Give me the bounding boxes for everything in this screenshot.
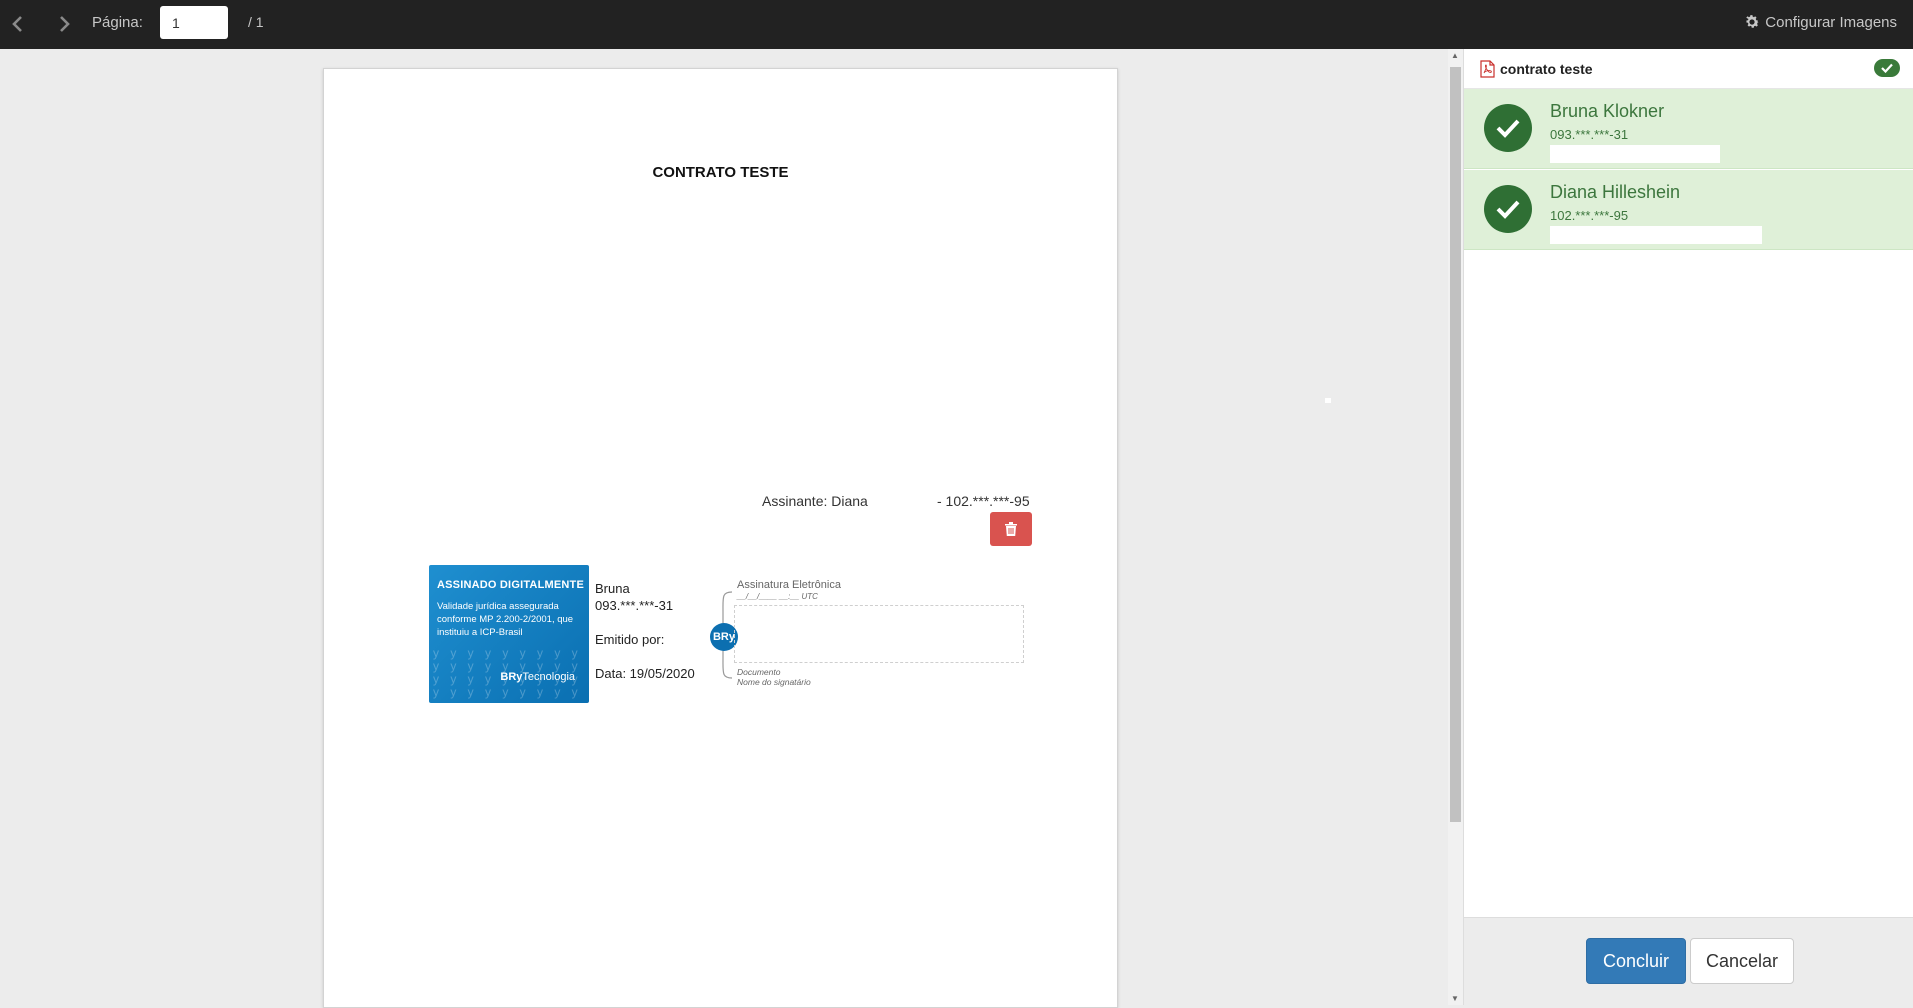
- stamp-brand-logo: BRyTecnologia: [500, 671, 575, 683]
- cursor-marker: [1325, 398, 1331, 403]
- viewer-scrollbar[interactable]: ▲ ▼: [1448, 49, 1463, 1005]
- stamp-title: ASSINADO DIGITALMENTE: [437, 579, 584, 591]
- electronic-signature-box[interactable]: BRy Assinatura Eletrônica __/__/____ __:…: [710, 579, 1044, 689]
- signer-row[interactable]: Diana Hilleshein 102.***.***-95: [1464, 170, 1913, 250]
- signer-name: Bruna Klokner: [1550, 101, 1665, 121]
- stamp-signer-cpf: 093.***.***-31: [595, 598, 674, 613]
- chevron-left-icon: [12, 16, 22, 32]
- document-viewer: CONTRATO TESTE Assinante: Diana - 102.**…: [0, 49, 1463, 1008]
- scroll-thumb[interactable]: [1450, 67, 1461, 822]
- configure-images-label: Configurar Imagens: [1765, 13, 1897, 31]
- signers-panel: contrato teste Bruna Klokner 093.***.***…: [1463, 49, 1913, 1005]
- signer-redacted-field: [1550, 145, 1720, 163]
- scroll-down-icon[interactable]: ▼: [1451, 994, 1459, 1003]
- previous-page-button[interactable]: [6, 12, 30, 36]
- signer-cpf: 102.***.***-95: [1550, 208, 1629, 223]
- document-title: CONTRATO TESTE: [652, 164, 789, 181]
- digital-signature-stamp[interactable]: ASSINADO DIGITALMENTE Validade jurídica …: [429, 565, 589, 703]
- stamp-signer-name: Bruna: [595, 581, 630, 596]
- signed-check-icon: [1484, 185, 1532, 233]
- gear-icon: [1746, 15, 1760, 28]
- configure-images-button[interactable]: Configurar Imagens: [1743, 13, 1897, 31]
- scroll-up-icon[interactable]: ▲: [1451, 51, 1459, 60]
- document-page: CONTRATO TESTE Assinante: Diana - 102.**…: [323, 68, 1118, 1008]
- stamp-text: Validade jurídica assegurada conforme MP…: [437, 601, 574, 638]
- page-label: Página:: [92, 14, 143, 31]
- trash-icon: [1005, 522, 1017, 536]
- page-total: / 1: [248, 14, 264, 30]
- signer-cpf: 093.***.***-31: [1550, 127, 1629, 142]
- chevron-right-icon: [60, 16, 70, 32]
- signer-placeholder-label: Assinante: Diana: [762, 493, 868, 509]
- panel-footer: Concluir Cancelar: [1464, 917, 1913, 1005]
- signer-name: Diana Hilleshein: [1550, 182, 1681, 202]
- esig-date-placeholder: __/__/____ __:__ UTC: [737, 592, 818, 601]
- page-number-input[interactable]: [160, 6, 228, 39]
- panel-header: contrato teste: [1464, 49, 1913, 89]
- signer-redacted-field: [1550, 226, 1762, 244]
- signer-row[interactable]: Bruna Klokner 093.***.***-31: [1464, 89, 1913, 169]
- signer-placeholder-cpf: - 102.***.***-95: [937, 493, 1030, 509]
- top-toolbar: Página: / 1 Configurar Imagens: [0, 0, 1913, 49]
- esig-document-note: Documento Nome do signatário: [737, 667, 811, 687]
- delete-signature-button[interactable]: [990, 512, 1032, 546]
- cancel-button[interactable]: Cancelar: [1690, 938, 1794, 984]
- next-page-button[interactable]: [52, 12, 76, 36]
- pdf-file-icon: [1480, 60, 1495, 78]
- conclude-button[interactable]: Concluir: [1586, 938, 1686, 984]
- check-icon: [1881, 63, 1893, 73]
- esig-signature-area: [734, 605, 1024, 663]
- stamp-emitted-by: Emitido por:: [595, 632, 665, 647]
- stamp-date: Data: 19/05/2020: [595, 666, 695, 681]
- esig-heading: Assinatura Eletrônica: [737, 579, 841, 591]
- signed-check-icon: [1484, 104, 1532, 152]
- document-complete-badge: [1874, 59, 1900, 77]
- panel-document-name: contrato teste: [1500, 61, 1593, 77]
